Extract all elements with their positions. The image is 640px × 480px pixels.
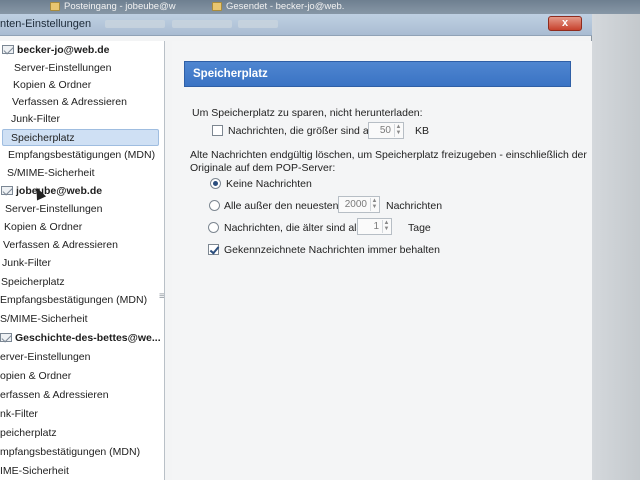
delete-label-line1: Alte Nachrichten endgültig löschen, um S…: [190, 149, 587, 161]
tree-account-jobeube[interactable]: jobeube@web.de: [1, 183, 102, 200]
newest-unit-label: Nachrichten: [386, 200, 443, 212]
tree-item-label: Geschichte-des-bettes@we...: [15, 332, 161, 344]
tree-item[interactable]: Kopien & Ordner: [4, 219, 82, 236]
desktop-background-strip: [592, 14, 640, 480]
radio-alle-label: Alle außer den neuesten: [224, 200, 339, 212]
radio-alle-ausser[interactable]: [209, 200, 220, 211]
section-header: Speicherplatz: [184, 61, 571, 87]
title-bar: nten-Einstellungen x: [0, 14, 592, 36]
size-unit-label: KB: [415, 125, 430, 137]
spin-arrows-icon[interactable]: ▲ ▼: [370, 198, 378, 211]
tree-item[interactable]: Server-Einstellungen: [14, 60, 111, 77]
size-limit-stepper[interactable]: 50 ▲ ▼: [368, 122, 404, 139]
tree-item[interactable]: Kopien & Ordner: [13, 77, 91, 94]
delete-label-line2: Originale auf dem POP-Server:: [190, 162, 336, 174]
splitter-grip-icon[interactable]: ≡: [159, 291, 164, 302]
tree-item[interactable]: S/MIME-Sicherheit: [7, 165, 95, 182]
size-limit-value: 50: [379, 125, 391, 136]
folder-icon: [212, 2, 222, 11]
mail-account-icon: [2, 45, 14, 54]
keep-flagged-checkbox[interactable]: [208, 244, 219, 255]
mail-account-icon: [1, 186, 13, 195]
size-limit-label: Nachrichten, die größer sind als: [228, 125, 377, 137]
tree-item[interactable]: Speicherplatz: [1, 274, 65, 291]
newest-count-value: 2000: [344, 199, 367, 210]
close-button[interactable]: x: [548, 16, 582, 31]
spin-arrows-icon[interactable]: ▲ ▼: [394, 124, 402, 137]
radio-aelter-label: Nachrichten, die älter sind als: [224, 222, 362, 234]
tree-item-label: becker-jo@web.de: [17, 44, 110, 56]
tab-strip: Posteingang - jobeube@w Gesendet - becke…: [0, 0, 640, 14]
tree-account-becker[interactable]: becker-jo@web.de: [2, 42, 110, 59]
older-days-value: 1: [373, 221, 379, 232]
window-title: nten-Einstellungen: [0, 18, 92, 30]
tree-item[interactable]: S/MIME-Sicherheit: [0, 311, 88, 328]
tab-label: Gesendet - becker-jo@web.: [226, 1, 345, 12]
mail-account-icon: [0, 333, 12, 342]
size-limit-checkbox[interactable]: [212, 125, 223, 136]
radio-keine-nachrichten[interactable]: [210, 178, 221, 189]
tab-gesendet[interactable]: Gesendet - becker-jo@web.: [208, 0, 368, 14]
radio-keine-label: Keine Nachrichten: [226, 178, 312, 190]
tree-item[interactable]: peicherplatz: [0, 425, 57, 442]
tree-item[interactable]: Server-Einstellungen: [5, 201, 102, 218]
blurred-title-fragment: [238, 20, 278, 28]
tab-label: Posteingang - jobeube@w: [64, 1, 176, 12]
tree-item[interactable]: nk-Filter: [0, 406, 38, 423]
tree-item-selected[interactable]: Speicherplatz: [2, 129, 159, 146]
tree-item[interactable]: Verfassen & Adressieren: [12, 94, 127, 111]
radio-aelter-als[interactable]: [208, 222, 219, 233]
blurred-title-fragment: [172, 20, 232, 28]
tree-account-geschichte[interactable]: Geschichte-des-bettes@we...: [0, 330, 161, 347]
older-days-stepper[interactable]: 1 ▲ ▼: [357, 218, 392, 235]
older-unit-label: Tage: [408, 222, 431, 234]
tab-posteingang[interactable]: Posteingang - jobeube@w: [46, 0, 196, 14]
account-settings-window: nten-Einstellungen x becker-jo@web.de Se…: [0, 14, 592, 480]
tree-item[interactable]: Empfangsbestätigungen (MDN): [8, 147, 155, 164]
tree-item[interactable]: mpfangsbestätigungen (MDN): [0, 444, 140, 461]
tree-item[interactable]: erfassen & Adressieren: [0, 387, 109, 404]
tree-item[interactable]: erver-Einstellungen: [0, 349, 90, 366]
keep-flagged-label: Gekennzeichnete Nachrichten immer behalt…: [224, 244, 440, 256]
account-tree: becker-jo@web.de Server-Einstellungen Ko…: [0, 41, 165, 480]
folder-icon: [50, 2, 60, 11]
save-space-label: Um Speicherplatz zu sparen, nicht herunt…: [192, 107, 423, 119]
tree-item[interactable]: Empfangsbestätigungen (MDN): [0, 292, 147, 309]
tree-item[interactable]: opien & Ordner: [0, 368, 71, 385]
tree-item[interactable]: IME-Sicherheit: [0, 463, 69, 480]
newest-count-stepper[interactable]: 2000 ▲ ▼: [338, 196, 380, 213]
tree-item-label: jobeube@web.de: [16, 185, 103, 197]
tree-item[interactable]: Junk-Filter: [2, 255, 51, 272]
blurred-title-fragment: [105, 20, 165, 28]
tree-item[interactable]: Verfassen & Adressieren: [3, 237, 118, 254]
storage-settings-pane: Speicherplatz Um Speicherplatz zu sparen…: [172, 41, 592, 480]
spin-arrows-icon[interactable]: ▲ ▼: [382, 220, 390, 233]
tree-item[interactable]: Junk-Filter: [11, 111, 60, 128]
